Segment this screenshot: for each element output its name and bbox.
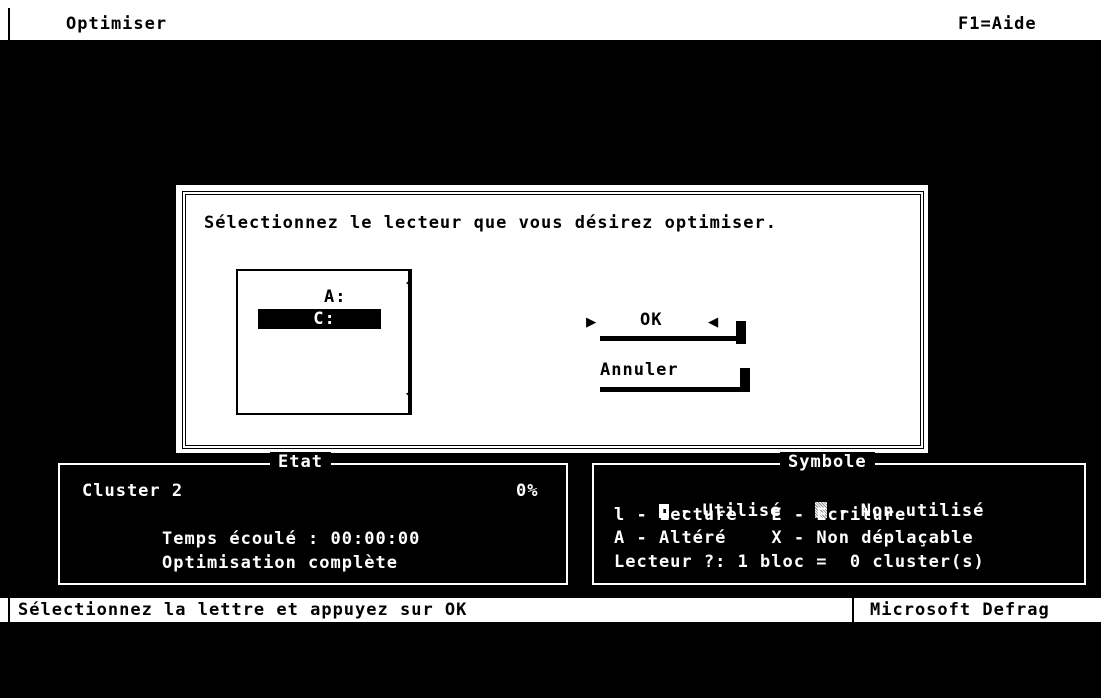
left-edge-marker-bottom (8, 598, 10, 622)
cancel-button[interactable]: Annuler (600, 360, 750, 392)
legend-panel-title: Symbole (780, 452, 875, 472)
app-title-menu[interactable]: Optimiser (66, 14, 167, 34)
legend-fixed: - Non déplaçable (793, 528, 974, 548)
ok-button[interactable]: ▶ OK ◀ (586, 310, 746, 344)
cancel-button-label: Annuler (600, 360, 679, 380)
elapsed-time: Temps écoulé : 00:00:00 (162, 529, 421, 549)
drive-item-a[interactable]: A: (324, 287, 346, 307)
progress-percent: 0% (516, 481, 539, 501)
menu-bar: Optimiser F1=Aide (0, 0, 1101, 40)
app-name: Microsoft Defrag (870, 600, 1050, 620)
cancel-button-shadow (740, 368, 750, 392)
legend-panel: Symbole - Utilisé - Non utilisé l - Lect… (592, 452, 1086, 585)
progress-bar (82, 504, 546, 522)
cluster-label: Cluster 2 (82, 481, 184, 501)
drive-select-dialog: Sélectionnez le lecteur que vous désirez… (176, 185, 928, 453)
dialog-prompt: Sélectionnez le lecteur que vous désirez… (204, 213, 777, 233)
legend-scale: Lecteur ?: 1 bloc = 0 cluster(s) (614, 552, 985, 572)
status-message: Optimisation complète (162, 553, 398, 573)
damaged-key: A (614, 528, 626, 548)
ok-button-shadow (736, 321, 746, 344)
status-bar: Sélectionnez la lettre et appuyez sur OK… (0, 598, 1101, 622)
status-panel: Etat Cluster 2 0% Temps écoulé : 00:00:0… (58, 452, 568, 585)
legend-row-3: A - Altéré X - Non déplaçable (614, 528, 974, 548)
focus-arrow-left-icon: ◀ (708, 312, 720, 332)
left-edge-marker (8, 8, 10, 40)
status-panel-title: Etat (270, 452, 331, 472)
help-shortcut[interactable]: F1=Aide (958, 14, 1037, 34)
scroll-down-arrow-icon[interactable]: ↓ (404, 381, 415, 401)
status-divider (852, 598, 854, 622)
legend-read: - Lecture (636, 505, 738, 525)
cancel-button-underline (600, 387, 750, 392)
ok-button-label: OK (640, 310, 663, 330)
read-key: l (614, 505, 626, 525)
legend-damaged: - Altéré (636, 528, 727, 548)
write-key: E (771, 505, 783, 525)
legend-write: - Ecriture (793, 505, 907, 525)
ok-button-underline (600, 336, 736, 341)
scroll-up-arrow-icon[interactable]: ↑ (404, 275, 415, 295)
legend-row-2: l - Lecture E - Ecriture (614, 505, 906, 525)
drive-item-c-selected[interactable]: C: (258, 309, 381, 329)
fixed-key: X (771, 528, 783, 548)
focus-arrow-right-icon: ▶ (586, 312, 598, 332)
status-hint: Sélectionnez la lettre et appuyez sur OK (18, 600, 468, 620)
